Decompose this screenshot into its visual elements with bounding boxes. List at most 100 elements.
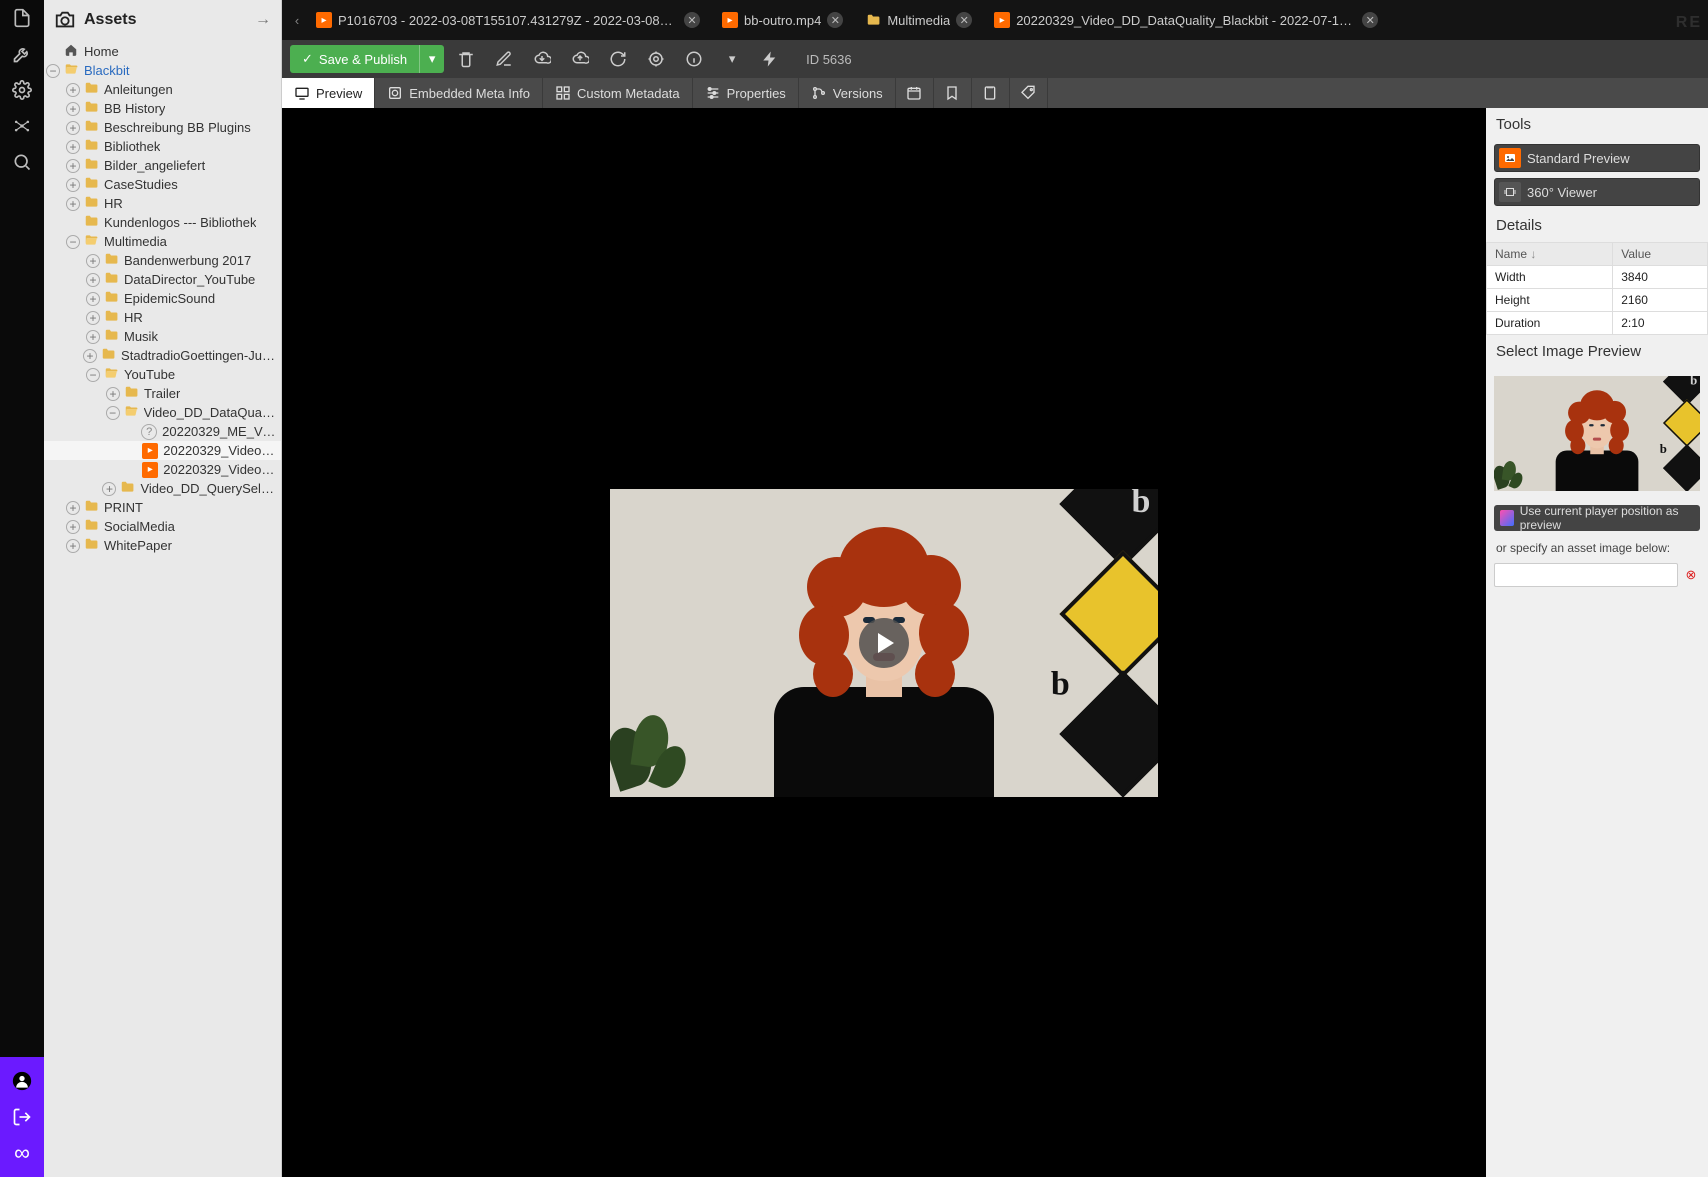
preview-thumbnail[interactable]: bbb bbox=[1494, 376, 1700, 491]
expand-icon[interactable]: + bbox=[66, 178, 80, 192]
rail-infinity-icon[interactable]: ∞ bbox=[0, 1135, 44, 1171]
collapse-icon[interactable]: − bbox=[86, 368, 100, 382]
tab-tag-icon[interactable] bbox=[1010, 78, 1048, 108]
tree-row[interactable]: +Bilder_angeliefert bbox=[44, 156, 281, 175]
collapse-arrow-icon[interactable]: → bbox=[255, 11, 271, 29]
locate-button[interactable] bbox=[640, 45, 672, 73]
tree-row[interactable]: ?20220329_ME_Vide bbox=[44, 422, 281, 441]
reload-button[interactable] bbox=[602, 45, 634, 73]
expand-icon[interactable]: + bbox=[66, 140, 80, 154]
document-tab[interactable]: Multimedia✕ bbox=[857, 5, 980, 35]
bolt-button[interactable] bbox=[754, 45, 786, 73]
expand-icon[interactable]: + bbox=[66, 539, 80, 553]
tree-row[interactable]: Kundenlogos --- Bibliothek bbox=[44, 213, 281, 232]
expand-icon[interactable]: + bbox=[66, 159, 80, 173]
tree-row[interactable]: +Beschreibung BB Plugins bbox=[44, 118, 281, 137]
tree-label: Video_DD_QuerySelecto bbox=[140, 481, 277, 496]
close-tab-icon[interactable]: ✕ bbox=[684, 12, 700, 28]
expand-icon[interactable]: + bbox=[83, 349, 97, 363]
rail-file-icon[interactable] bbox=[0, 0, 44, 36]
close-tab-icon[interactable]: ✕ bbox=[1362, 12, 1378, 28]
expand-icon[interactable]: + bbox=[86, 273, 100, 287]
collapse-icon[interactable]: − bbox=[46, 64, 60, 78]
expand-icon[interactable]: + bbox=[86, 254, 100, 268]
delete-button[interactable] bbox=[450, 45, 482, 73]
tabs-scroll-left[interactable]: ‹ bbox=[286, 13, 308, 28]
rail-search-icon[interactable] bbox=[0, 144, 44, 180]
tree-row[interactable]: −Blackbit bbox=[44, 61, 281, 80]
document-tab[interactable]: ▸P1016703 - 2022-03-08T155107.431279Z - … bbox=[308, 5, 708, 35]
rail-graph-icon[interactable] bbox=[0, 108, 44, 144]
tab-bookmark-icon[interactable] bbox=[934, 78, 972, 108]
expand-icon[interactable]: + bbox=[66, 501, 80, 515]
tree-row[interactable]: − Video_DD_DataQuality bbox=[44, 403, 281, 422]
collapse-icon[interactable]: − bbox=[66, 235, 80, 249]
more-dropdown[interactable]: ▾ bbox=[716, 45, 748, 73]
expand-icon[interactable]: + bbox=[106, 387, 120, 401]
expand-icon[interactable]: + bbox=[66, 83, 80, 97]
tree-row[interactable]: +StadtradioGoettingen-Jubilae bbox=[44, 346, 281, 365]
upload-button[interactable] bbox=[564, 45, 596, 73]
rename-button[interactable] bbox=[488, 45, 520, 73]
tab-custom-meta[interactable]: Custom Metadata bbox=[543, 78, 693, 108]
tab-preview[interactable]: Preview bbox=[282, 78, 375, 108]
tree-row[interactable]: +PRINT bbox=[44, 498, 281, 517]
tab-properties[interactable]: Properties bbox=[693, 78, 799, 108]
tab-versions[interactable]: Versions bbox=[799, 78, 896, 108]
tree-row[interactable]: +DataDirector_YouTube bbox=[44, 270, 281, 289]
expand-icon[interactable]: + bbox=[66, 121, 80, 135]
close-tab-icon[interactable]: ✕ bbox=[956, 12, 972, 28]
expand-icon[interactable]: + bbox=[86, 292, 100, 306]
tree-row[interactable]: +Trailer bbox=[44, 384, 281, 403]
download-button[interactable] bbox=[526, 45, 558, 73]
tree-row[interactable]: +SocialMedia bbox=[44, 517, 281, 536]
rail-gear-icon[interactable] bbox=[0, 72, 44, 108]
tree-row[interactable]: + HR bbox=[44, 194, 281, 213]
tree-row[interactable]: + BB History bbox=[44, 99, 281, 118]
tree-row[interactable]: +CaseStudies bbox=[44, 175, 281, 194]
expand-icon[interactable]: + bbox=[66, 197, 80, 211]
tree-row[interactable]: +Bibliothek bbox=[44, 137, 281, 156]
asset-image-input[interactable] bbox=[1494, 563, 1678, 587]
tree-row[interactable]: −Multimedia bbox=[44, 232, 281, 251]
tab-embedded-meta[interactable]: Embedded Meta Info bbox=[375, 78, 543, 108]
expand-icon[interactable]: + bbox=[86, 330, 100, 344]
asset-tree[interactable]: Home−Blackbit+Anleitungen+BB History+Bes… bbox=[44, 40, 281, 1177]
rail-user-icon[interactable] bbox=[0, 1063, 44, 1099]
preview-wrap: b b b Tools Standard Preview 360° Viewer… bbox=[282, 108, 1708, 1177]
save-publish-button[interactable]: ✓Save & Publish ▾ bbox=[290, 45, 444, 73]
tree-row[interactable]: +EpidemicSound bbox=[44, 289, 281, 308]
document-tab[interactable]: ▸20220329_Video_DD_DataQuality_Blackbit … bbox=[986, 5, 1386, 35]
tree-row[interactable]: +Bandenwerbung 2017 bbox=[44, 251, 281, 270]
rail-logout-icon[interactable] bbox=[0, 1099, 44, 1135]
tree-row[interactable]: ▸20220329_Video_D bbox=[44, 460, 281, 479]
clear-asset-icon[interactable]: ⊗ bbox=[1682, 566, 1700, 584]
tab-notes-icon[interactable] bbox=[972, 78, 1010, 108]
standard-preview-button[interactable]: Standard Preview bbox=[1494, 144, 1700, 172]
expand-icon[interactable]: + bbox=[66, 102, 80, 116]
tree-row[interactable]: ▸20220329_Video_D bbox=[44, 441, 281, 460]
expand-icon[interactable]: + bbox=[102, 482, 116, 496]
360-viewer-button[interactable]: 360° Viewer bbox=[1494, 178, 1700, 206]
tree-label: BB History bbox=[104, 101, 165, 116]
tree-row[interactable]: + Video_DD_QuerySelecto bbox=[44, 479, 281, 498]
tree-row[interactable]: −YouTube bbox=[44, 365, 281, 384]
expand-icon[interactable]: + bbox=[66, 520, 80, 534]
tree-row[interactable]: +Musik bbox=[44, 327, 281, 346]
play-button[interactable] bbox=[859, 618, 909, 668]
document-tab[interactable]: ▸bb-outro.mp4✕ bbox=[714, 5, 851, 35]
tree-label: Video_DD_DataQuality bbox=[144, 405, 277, 420]
tree-row[interactable]: +HR bbox=[44, 308, 281, 327]
tree-row[interactable]: +Anleitungen bbox=[44, 80, 281, 99]
close-tab-icon[interactable]: ✕ bbox=[827, 12, 843, 28]
expand-icon[interactable]: + bbox=[86, 311, 100, 325]
save-dropdown[interactable]: ▾ bbox=[420, 45, 444, 73]
collapse-icon[interactable]: − bbox=[106, 406, 120, 420]
rail-wrench-icon[interactable] bbox=[0, 36, 44, 72]
tree-row[interactable]: +WhitePaper bbox=[44, 536, 281, 555]
tree-row[interactable]: Home bbox=[44, 42, 281, 61]
use-player-position-button[interactable]: Use current player position as preview bbox=[1494, 505, 1700, 531]
tree-label: HR bbox=[104, 196, 123, 211]
info-button[interactable] bbox=[678, 45, 710, 73]
tab-schedule-icon[interactable] bbox=[896, 78, 934, 108]
